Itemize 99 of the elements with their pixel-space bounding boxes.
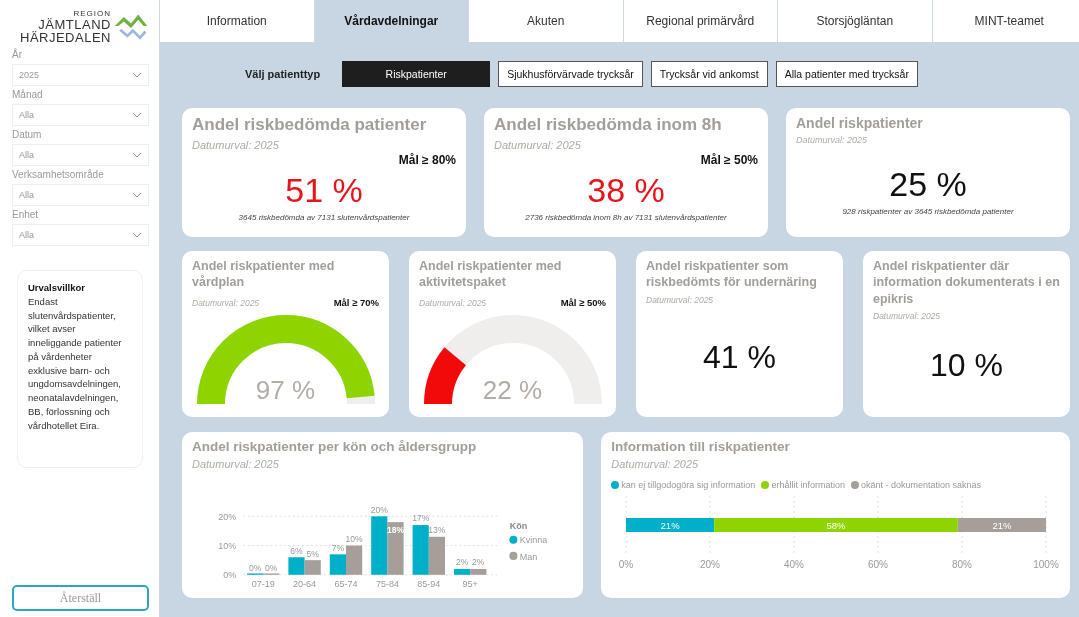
tab[interactable]: Akuten — [469, 0, 624, 42]
card-subtitle: Datumurval: 2025 — [192, 458, 280, 470]
logo-name: HÄRJEDALEN — [20, 31, 111, 44]
data-label: 2% — [455, 557, 469, 568]
filter-label: År — [12, 49, 23, 60]
card-title: Andel riskpatienter — [796, 115, 924, 131]
patient-type-button[interactable]: Sjukhusförvärvade trycksår — [498, 61, 643, 87]
data-label: 5% — [306, 548, 319, 559]
data-label: 21% — [660, 520, 680, 531]
card-subtitle: Datumurval: 2025 — [192, 297, 260, 308]
patient-type-label: Välj patienttyp — [245, 68, 321, 80]
tab[interactable]: MINT-teamet — [932, 0, 1079, 42]
card-title: Andel riskpatienter med aktivitetspaket — [419, 258, 563, 291]
axis-tick: 0% — [619, 559, 634, 570]
data-label: 18% — [386, 524, 405, 535]
data-label: 6% — [290, 545, 303, 556]
card-subtitle: Datumurval: 2025 — [419, 297, 487, 308]
bar — [346, 545, 363, 575]
legend-label: erhållit information — [771, 480, 845, 490]
patient-type-button[interactable]: Riskpatienter — [342, 61, 491, 87]
data-label: 2% — [472, 557, 485, 568]
patient-type-button[interactable]: Trycksår vid ankomst — [650, 61, 768, 87]
category-label: 20-64 — [293, 579, 317, 590]
card-subtitle: Datumurval: 2025 — [611, 458, 700, 470]
data-label: 0% — [248, 563, 262, 574]
category-label: 95+ — [462, 579, 478, 590]
data-label: 13% — [428, 525, 446, 536]
axis-tick: 100% — [1033, 559, 1060, 570]
data-label: 58% — [826, 520, 846, 531]
data-label: 7% — [331, 542, 345, 553]
card-title: Andel riskpatienter som riskbedömts för undernäring — [646, 258, 818, 291]
kpi-footnote: 3645 riskbedömda av 7131 slutenvårdspatienter — [237, 213, 411, 222]
card-title: Andel riskpatienter där information dokumenterats i en epikris — [873, 258, 1060, 307]
card-subtitle: Datumurval: 2025 — [796, 135, 869, 145]
card-title: Andel riskbedömda patienter — [192, 115, 428, 135]
tab[interactable]: Vårdavdelningar — [314, 0, 469, 42]
criteria-text: Endast slutenvårdspatienter, vilket avser inneliggande patienter på vårdenheter exklusive barn- och ungdomsavdelningen, neonatalavdelningen, BB, förlossning och vårdhotellet Eira. — [28, 294, 123, 433]
kpi-value: 51 % — [284, 173, 364, 207]
axis-tick: 10% — [218, 541, 237, 552]
chevron-down-icon — [132, 112, 142, 118]
legend-label: okänt - dokumentation saknas — [860, 480, 981, 490]
category-label: 85-94 — [417, 579, 441, 590]
card-title: Andel riskbedömda inom 8h — [494, 115, 723, 135]
patient-type-button[interactable]: Alla patienter med trycksår — [775, 61, 918, 87]
kpi-value: 25 % — [888, 167, 968, 201]
axis-tick: 60% — [868, 559, 889, 570]
card-subtitle: Datumurval: 2025 — [494, 139, 582, 151]
legend-label: kan ej tillgodogöra sig information — [621, 480, 756, 490]
category-label: 75-84 — [375, 579, 399, 590]
card-title: Information till riskpatienter — [611, 439, 791, 454]
kpi-footnote: 928 riskpatienter av 3645 riskbedömda patienter — [841, 207, 1015, 216]
chevron-down-icon — [132, 72, 142, 78]
goal-label: Mål ≥ 80% — [398, 153, 456, 169]
card-title: Andel riskpatienter med vårdplan — [192, 258, 336, 291]
gauge-value: 97 % — [254, 374, 317, 406]
kpi-value: 41 % — [703, 338, 776, 376]
chevron-down-icon — [132, 232, 142, 238]
legend-title: Kön — [509, 520, 528, 531]
kpi-footnote: 2736 riskbedömda inom 8h av 7131 slutenvårdspatienter — [524, 213, 728, 222]
filter-label: Enhet — [12, 209, 40, 220]
data-label: 20% — [370, 504, 388, 515]
legend-label: Man — [519, 551, 538, 562]
axis-tick: 80% — [952, 559, 973, 570]
data-label: 17% — [412, 513, 430, 524]
bar — [412, 525, 429, 575]
criteria-title: Urvalsvillkor — [28, 281, 87, 295]
axis-tick: 40% — [784, 559, 805, 570]
kpi-value: 10 % — [930, 346, 1003, 384]
data-label: 0% — [265, 563, 278, 574]
chevron-down-icon — [132, 192, 142, 198]
filter-label: Datum — [12, 129, 43, 140]
logo-name: JÄMTLAND — [38, 18, 111, 31]
bar — [371, 516, 388, 575]
goal-label: Mål ≥ 70% — [333, 296, 379, 308]
card-title: Andel riskpatienter per kön och åldersgrupp — [192, 439, 478, 454]
filter-label: Verksamhetsområde — [12, 169, 105, 180]
legend-label: Kvinna — [519, 535, 548, 546]
kpi-value: 38 % — [586, 173, 666, 207]
logo-region: REGION — [73, 10, 111, 18]
data-label: 10% — [345, 533, 363, 544]
card-subtitle: Datumurval: 2025 — [646, 294, 715, 305]
axis-tick: 20% — [218, 511, 237, 522]
axis-tick: 20% — [700, 559, 721, 570]
axis-tick: 0% — [223, 570, 237, 581]
data-label: 21% — [992, 520, 1012, 531]
category-label: 07-19 — [251, 579, 275, 590]
bar — [329, 554, 346, 575]
tab[interactable]: Storsjögläntan — [778, 0, 933, 42]
tab[interactable]: Information — [160, 0, 315, 42]
card-subtitle: Datumurval: 2025 — [192, 139, 280, 151]
bar — [288, 557, 305, 575]
filter-label: Månad — [12, 89, 44, 100]
goal-label: Mål ≥ 50% — [560, 296, 606, 308]
goal-label: Mål ≥ 50% — [700, 153, 758, 169]
chevron-down-icon — [132, 152, 142, 158]
card-subtitle: Datumurval: 2025 — [873, 310, 942, 321]
tab[interactable]: Regional primärvård — [623, 0, 778, 42]
bar — [387, 522, 404, 575]
category-label: 65-74 — [334, 579, 358, 590]
